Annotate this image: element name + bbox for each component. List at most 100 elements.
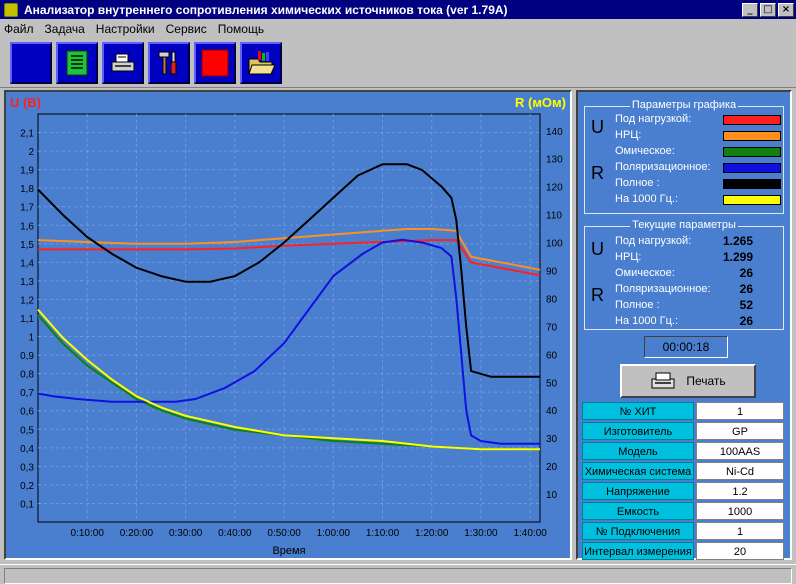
x-tick-label: 0:50:00 — [267, 528, 301, 539]
app-icon — [4, 2, 18, 17]
info-label: № ХИТ — [582, 402, 694, 420]
tools-icon — [158, 51, 177, 75]
menu-file[interactable]: Файл — [4, 22, 34, 36]
print-button[interactable]: Печать — [620, 364, 756, 398]
toolbar-button-blank[interactable] — [10, 42, 52, 84]
x-tick-label: 1:00:00 — [317, 528, 351, 539]
chart-svg: U (В) R (мОм) Время 0,1 0,2 0,3 0,4 0,5 0,6 0,… — [10, 95, 566, 557]
info-value-field[interactable]: GP — [696, 422, 784, 440]
elapsed-timer: 00:00:18 — [644, 336, 728, 358]
toolbar — [0, 38, 796, 88]
left-axis-title: U (В) — [10, 95, 41, 110]
info-row: Емкость 1000 — [582, 502, 786, 520]
minimize-button[interactable]: _ — [742, 2, 758, 17]
current-param-label: Полное : — [615, 299, 660, 311]
y-left-tick-label: 0,2 — [20, 481, 34, 492]
y-left-tick-label: 1,7 — [20, 203, 34, 214]
y-right-tick-label: 90 — [546, 266, 558, 277]
graph-param-label: Омическое: — [615, 145, 675, 157]
x-tick-label: 1:20:00 — [415, 528, 449, 539]
graph-color-swatch[interactable] — [723, 115, 781, 125]
menu-settings[interactable]: Настройки — [96, 22, 155, 36]
y-right-tick-label: 110 — [546, 211, 562, 222]
x-tick-label: 1:40:00 — [513, 528, 547, 539]
y-left-tick-label: 1,8 — [20, 184, 34, 195]
y-left-tick-label: 1,4 — [20, 258, 34, 269]
y-left-tick-label: 0,3 — [20, 462, 34, 473]
close-button[interactable]: × — [778, 2, 794, 17]
toolbar-button-open[interactable] — [240, 42, 282, 84]
y-left-tick-label: 1,2 — [20, 295, 34, 306]
x-tick-label: 0:10:00 — [71, 528, 105, 539]
open-folder-icon — [248, 51, 276, 75]
info-label: Емкость — [582, 502, 694, 520]
graph-color-swatch[interactable] — [723, 195, 781, 205]
y-left-tick-label: 1 — [28, 333, 34, 344]
y-left-tick-label: 2,1 — [20, 129, 34, 140]
info-value-field[interactable]: 1.2 — [696, 482, 784, 500]
current-param-value: 1.265 — [722, 234, 753, 248]
maximize-button[interactable]: □ — [760, 2, 776, 17]
current-param-value: 26 — [739, 282, 753, 296]
graph-color-swatch[interactable] — [723, 179, 781, 189]
graph-param-label: НРЦ: — [615, 129, 642, 141]
current-param-label: Поляризационное: — [615, 283, 711, 295]
info-value-field[interactable]: 1000 — [696, 502, 784, 520]
y-left-tick-label: 0,8 — [20, 370, 34, 381]
toolbar-button-stop[interactable] — [194, 42, 236, 84]
y-left-tick-label: 1,9 — [20, 166, 34, 177]
info-label: Химическая система — [582, 462, 694, 480]
info-value-field[interactable]: Ni-Cd — [696, 462, 784, 480]
right-panel: Параметры графика U R Под нагрузкой: НРЦ:… — [576, 90, 792, 560]
x-tick-label: 0:20:00 — [120, 528, 154, 539]
print-button-label: Печать — [686, 374, 726, 388]
info-value-field[interactable]: 20 — [696, 542, 784, 560]
y-right-tick-label: 60 — [546, 350, 558, 361]
x-tick-label: 0:40:00 — [218, 528, 252, 539]
graph-param-label: Полное : — [615, 177, 660, 189]
y-left-tick-label: 1,5 — [20, 240, 34, 251]
graph-color-swatch[interactable] — [723, 147, 781, 157]
info-value-field[interactable]: 100AAS — [696, 442, 784, 460]
toolbar-button-tools[interactable] — [148, 42, 190, 84]
info-row: Напряжение 1.2 — [582, 482, 786, 500]
current-param-label: На 1000 Гц.: — [615, 315, 679, 327]
title-bar: Анализатор внутреннего сопротивления хим… — [0, 0, 796, 19]
status-bar — [0, 564, 796, 584]
info-row: № Подключения 1 — [582, 522, 786, 540]
menu-bar: Файл Задача Настройки Сервис Помощь — [0, 19, 796, 38]
graph-color-swatch[interactable] — [723, 163, 781, 173]
window-title: Анализатор внутреннего сопротивления хим… — [24, 2, 508, 17]
printer-icon — [651, 372, 675, 389]
current-param-value: 26 — [739, 266, 753, 280]
info-value-field[interactable]: 1 — [696, 522, 784, 540]
graph-param-label: На 1000 Гц.: — [615, 193, 679, 205]
menu-help[interactable]: Помощь — [218, 22, 264, 36]
current-params-title: Текущие параметры — [630, 219, 738, 231]
graph-u-letter: U — [591, 117, 604, 137]
y-right-tick-label: 30 — [546, 434, 558, 445]
right-axis-title: R (мОм) — [515, 95, 566, 110]
y-left-tick-label: 1,3 — [20, 277, 34, 288]
y-left-tick-label: 0,5 — [20, 425, 34, 436]
status-panel — [4, 568, 792, 584]
y-right-tick-label: 50 — [546, 378, 558, 389]
info-value-field[interactable]: 1 — [696, 402, 784, 420]
info-label: Изготовитель — [582, 422, 694, 440]
menu-task[interactable]: Задача — [45, 22, 85, 36]
y-left-tick-label: 1,1 — [20, 314, 34, 325]
menu-service[interactable]: Сервис — [166, 22, 207, 36]
current-r-letter: R — [591, 285, 604, 305]
x-tick-label: 1:10:00 — [366, 528, 400, 539]
info-row: Модель 100AAS — [582, 442, 786, 460]
graph-params-group: Параметры графика U R Под нагрузкой: НРЦ:… — [584, 99, 784, 214]
y-right-tick-label: 140 — [546, 127, 563, 138]
graph-color-swatch[interactable] — [723, 131, 781, 141]
current-param-label: Под нагрузкой: — [615, 235, 692, 247]
toolbar-button-board[interactable] — [56, 42, 98, 84]
info-label: Интервал измерения — [582, 542, 694, 560]
current-param-value: 26 — [739, 314, 753, 328]
toolbar-button-printer-settings[interactable] — [102, 42, 144, 84]
y-left-tick-label: 0,1 — [20, 499, 34, 510]
x-tick-label: 1:30:00 — [464, 528, 498, 539]
